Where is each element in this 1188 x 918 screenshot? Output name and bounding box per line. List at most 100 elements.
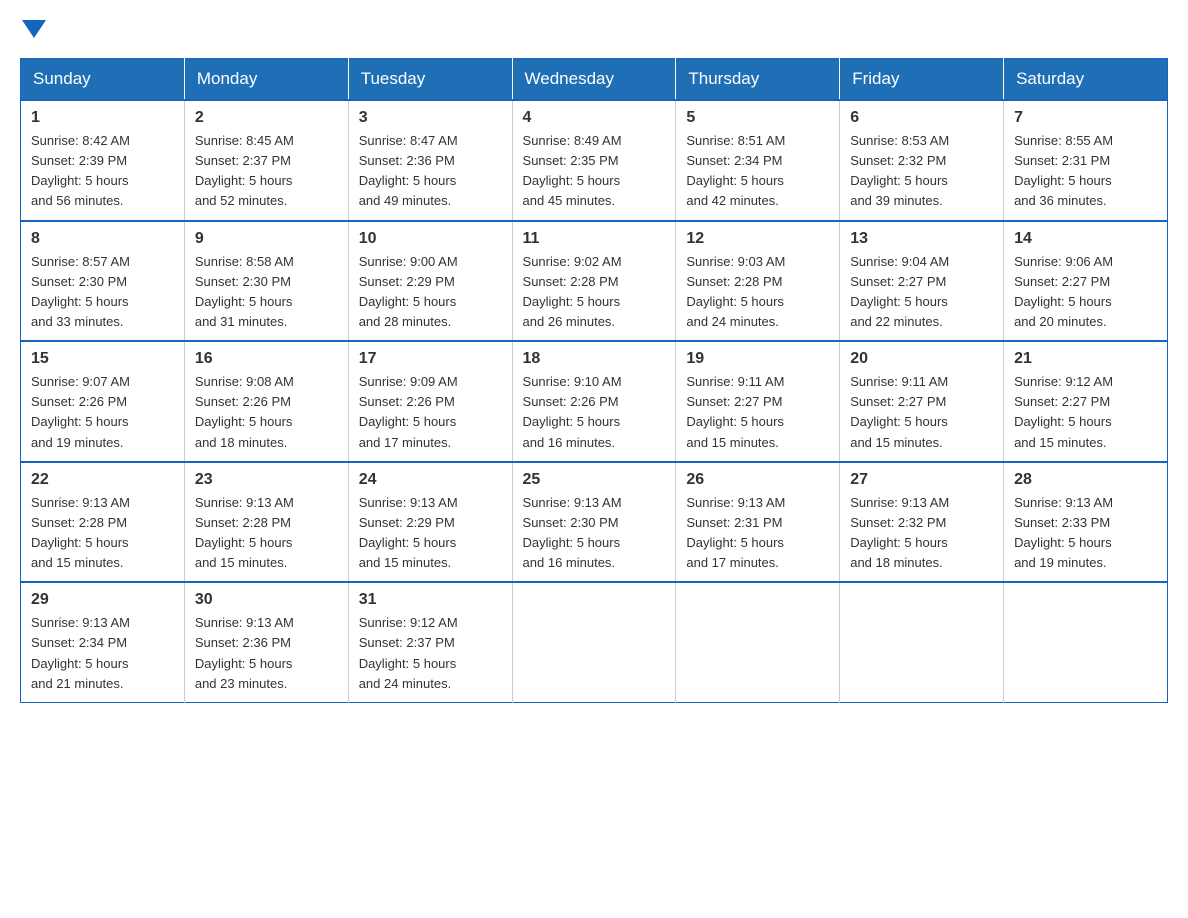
day-info: Sunrise: 9:13 AMSunset: 2:31 PMDaylight:… [686,493,829,574]
calendar-day-cell: 12 Sunrise: 9:03 AMSunset: 2:28 PMDayligh… [676,221,840,342]
day-of-week-header: Sunday [21,59,185,101]
calendar-day-cell: 16 Sunrise: 9:08 AMSunset: 2:26 PMDayligh… [184,341,348,462]
calendar-day-cell: 23 Sunrise: 9:13 AMSunset: 2:28 PMDayligh… [184,462,348,583]
day-info: Sunrise: 8:45 AMSunset: 2:37 PMDaylight:… [195,131,338,212]
calendar-day-cell: 25 Sunrise: 9:13 AMSunset: 2:30 PMDayligh… [512,462,676,583]
calendar-day-cell: 31 Sunrise: 9:12 AMSunset: 2:37 PMDayligh… [348,582,512,702]
day-number: 15 [31,350,174,368]
day-number: 13 [850,230,993,248]
day-number: 4 [523,109,666,127]
day-number: 2 [195,109,338,127]
day-number: 14 [1014,230,1157,248]
day-info: Sunrise: 9:10 AMSunset: 2:26 PMDaylight:… [523,372,666,453]
day-info: Sunrise: 9:02 AMSunset: 2:28 PMDaylight:… [523,252,666,333]
day-info: Sunrise: 9:13 AMSunset: 2:32 PMDaylight:… [850,493,993,574]
calendar-day-cell: 5Sunrise: 8:51 AMSunset: 2:34 PMDaylight… [676,100,840,221]
day-number: 12 [686,230,829,248]
day-number: 9 [195,230,338,248]
day-of-week-header: Wednesday [512,59,676,101]
calendar-day-cell: 19Sunrise: 9:11 AMSunset: 2:27 PMDayligh… [676,341,840,462]
calendar-day-cell: 1 Sunrise: 8:42 AMSunset: 2:39 PMDaylight… [21,100,185,221]
calendar-week-row: 29 Sunrise: 9:13 AMSunset: 2:34 PMDayligh… [21,582,1168,702]
day-number: 27 [850,471,993,489]
logo [20,20,48,38]
day-info: Sunrise: 9:13 AMSunset: 2:34 PMDaylight:… [31,613,174,694]
calendar-day-cell: 2 Sunrise: 8:45 AMSunset: 2:37 PMDaylight… [184,100,348,221]
day-of-week-header: Thursday [676,59,840,101]
day-info: Sunrise: 9:13 AMSunset: 2:28 PMDaylight:… [195,493,338,574]
day-number: 28 [1014,471,1157,489]
day-number: 11 [523,230,666,248]
calendar-day-cell: 18 Sunrise: 9:10 AMSunset: 2:26 PMDayligh… [512,341,676,462]
day-number: 31 [359,591,502,609]
day-info: Sunrise: 9:13 AMSunset: 2:29 PMDaylight:… [359,493,502,574]
day-info: Sunrise: 9:12 AMSunset: 2:37 PMDaylight:… [359,613,502,694]
day-number: 23 [195,471,338,489]
calendar-day-cell: 13 Sunrise: 9:04 AMSunset: 2:27 PMDayligh… [840,221,1004,342]
calendar-week-row: 22 Sunrise: 9:13 AMSunset: 2:28 PMDayligh… [21,462,1168,583]
day-info: Sunrise: 9:12 AMSunset: 2:27 PMDaylight:… [1014,372,1157,453]
day-of-week-header: Saturday [1004,59,1168,101]
day-info: Sunrise: 8:58 AMSunset: 2:30 PMDaylight:… [195,252,338,333]
day-info: Sunrise: 8:47 AMSunset: 2:36 PMDaylight:… [359,131,502,212]
calendar-day-cell [840,582,1004,702]
day-info: Sunrise: 9:13 AMSunset: 2:28 PMDaylight:… [31,493,174,574]
day-info: Sunrise: 8:53 AMSunset: 2:32 PMDaylight:… [850,131,993,212]
calendar-day-cell: 6 Sunrise: 8:53 AMSunset: 2:32 PMDaylight… [840,100,1004,221]
day-info: Sunrise: 9:00 AMSunset: 2:29 PMDaylight:… [359,252,502,333]
day-info: Sunrise: 9:13 AMSunset: 2:30 PMDaylight:… [523,493,666,574]
day-info: Sunrise: 9:07 AMSunset: 2:26 PMDaylight:… [31,372,174,453]
calendar-day-cell: 27 Sunrise: 9:13 AMSunset: 2:32 PMDayligh… [840,462,1004,583]
day-number: 6 [850,109,993,127]
day-number: 18 [523,350,666,368]
day-number: 8 [31,230,174,248]
day-info: Sunrise: 9:11 AMSunset: 2:27 PMDaylight:… [686,372,829,453]
calendar-week-row: 1 Sunrise: 8:42 AMSunset: 2:39 PMDaylight… [21,100,1168,221]
calendar-day-cell: 21 Sunrise: 9:12 AMSunset: 2:27 PMDayligh… [1004,341,1168,462]
day-info: Sunrise: 9:08 AMSunset: 2:26 PMDaylight:… [195,372,338,453]
calendar-day-cell: 20Sunrise: 9:11 AMSunset: 2:27 PMDayligh… [840,341,1004,462]
day-of-week-header: Friday [840,59,1004,101]
day-info: Sunrise: 9:03 AMSunset: 2:28 PMDaylight:… [686,252,829,333]
day-number: 17 [359,350,502,368]
day-number: 3 [359,109,502,127]
day-info: Sunrise: 8:42 AMSunset: 2:39 PMDaylight:… [31,131,174,212]
calendar-day-cell: 15 Sunrise: 9:07 AMSunset: 2:26 PMDayligh… [21,341,185,462]
day-info: Sunrise: 9:13 AMSunset: 2:33 PMDaylight:… [1014,493,1157,574]
day-info: Sunrise: 8:55 AMSunset: 2:31 PMDaylight:… [1014,131,1157,212]
day-number: 10 [359,230,502,248]
calendar-day-cell: 11 Sunrise: 9:02 AMSunset: 2:28 PMDayligh… [512,221,676,342]
day-info: Sunrise: 9:04 AMSunset: 2:27 PMDaylight:… [850,252,993,333]
calendar-day-cell: 7 Sunrise: 8:55 AMSunset: 2:31 PMDaylight… [1004,100,1168,221]
day-number: 29 [31,591,174,609]
calendar-day-cell: 3 Sunrise: 8:47 AMSunset: 2:36 PMDaylight… [348,100,512,221]
calendar-day-cell: 8 Sunrise: 8:57 AMSunset: 2:30 PMDaylight… [21,221,185,342]
day-number: 24 [359,471,502,489]
calendar-day-cell: 14Sunrise: 9:06 AMSunset: 2:27 PMDayligh… [1004,221,1168,342]
day-of-week-header: Tuesday [348,59,512,101]
calendar-day-cell: 24 Sunrise: 9:13 AMSunset: 2:29 PMDayligh… [348,462,512,583]
day-number: 22 [31,471,174,489]
day-number: 25 [523,471,666,489]
day-number: 21 [1014,350,1157,368]
day-number: 7 [1014,109,1157,127]
day-number: 26 [686,471,829,489]
day-info: Sunrise: 9:09 AMSunset: 2:26 PMDaylight:… [359,372,502,453]
calendar-day-cell: 26 Sunrise: 9:13 AMSunset: 2:31 PMDayligh… [676,462,840,583]
day-of-week-header: Monday [184,59,348,101]
calendar-header: SundayMondayTuesdayWednesdayThursdayFrid… [21,59,1168,101]
calendar-day-cell: 17 Sunrise: 9:09 AMSunset: 2:26 PMDayligh… [348,341,512,462]
day-info: Sunrise: 8:49 AMSunset: 2:35 PMDaylight:… [523,131,666,212]
calendar-day-cell [1004,582,1168,702]
calendar-day-cell [676,582,840,702]
calendar-day-cell: 28 Sunrise: 9:13 AMSunset: 2:33 PMDayligh… [1004,462,1168,583]
day-number: 30 [195,591,338,609]
day-number: 16 [195,350,338,368]
calendar-week-row: 8 Sunrise: 8:57 AMSunset: 2:30 PMDaylight… [21,221,1168,342]
logo-arrow-icon [22,20,46,38]
day-number: 1 [31,109,174,127]
calendar-day-cell: 22 Sunrise: 9:13 AMSunset: 2:28 PMDayligh… [21,462,185,583]
calendar-day-cell: 10 Sunrise: 9:00 AMSunset: 2:29 PMDayligh… [348,221,512,342]
day-info: Sunrise: 8:57 AMSunset: 2:30 PMDaylight:… [31,252,174,333]
calendar-day-cell: 9 Sunrise: 8:58 AMSunset: 2:30 PMDaylight… [184,221,348,342]
